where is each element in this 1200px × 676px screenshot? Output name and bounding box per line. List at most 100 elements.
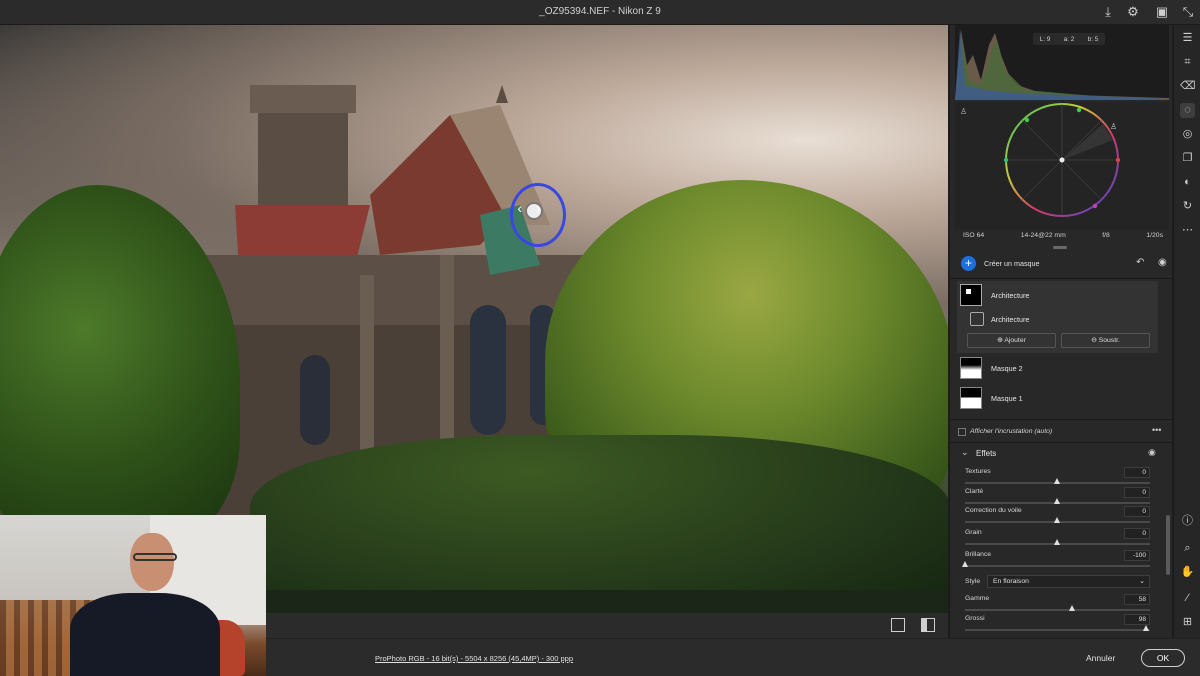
reset-icon[interactable]: ↶	[1136, 257, 1144, 268]
color-wheel-area[interactable]: ♙ ♙	[955, 102, 1169, 229]
sync-icon[interactable]: ↻	[1180, 199, 1195, 214]
add-label: Ajouter	[1004, 337, 1026, 344]
more-options-icon[interactable]: •••	[1152, 425, 1161, 435]
slider-value-input[interactable]: 58	[1124, 594, 1150, 605]
subtract-button[interactable]: ⊖ Soustr.	[1061, 333, 1150, 348]
subtract-label: Soustr.	[1098, 337, 1120, 344]
slider-knob[interactable]	[1142, 625, 1149, 631]
overlay-toggle-row[interactable]: Afficher l'incrustation (auto) •••	[950, 424, 1173, 440]
red-eye-icon[interactable]: ◎	[1180, 127, 1195, 142]
mask-row[interactable]: Masque 2	[957, 354, 1158, 384]
slider-knob[interactable]	[1054, 539, 1060, 545]
add-button[interactable]: ⊕ Ajouter	[967, 333, 1056, 348]
slider-value-input[interactable]: 0	[1124, 487, 1150, 498]
crop-icon[interactable]: ⌗	[1180, 55, 1195, 70]
view-mode-icon[interactable]	[891, 618, 905, 632]
slider-value-input[interactable]: -100	[1124, 550, 1150, 561]
save-icon[interactable]: ⤓	[1100, 4, 1116, 20]
style-label: Style	[965, 578, 981, 585]
exif-aperture: f/8	[1102, 232, 1110, 239]
slider-knob[interactable]	[1054, 517, 1060, 523]
slider-label: Grossi	[965, 615, 985, 622]
cancel-button[interactable]: Annuler	[1086, 653, 1115, 663]
slider-knob[interactable]	[1068, 605, 1075, 611]
color-sampler-icon[interactable]: ⁄	[1180, 591, 1195, 606]
mask-row[interactable]: Masque 1	[957, 384, 1158, 414]
effects-section-header[interactable]: ⌄ Effets ◉	[950, 444, 1173, 462]
divider	[950, 278, 1173, 279]
slider-label: Grain	[965, 529, 982, 536]
slider-value-input[interactable]: 0	[1124, 467, 1150, 478]
exif-iso: ISO 64	[963, 232, 985, 239]
panel-scrollbar[interactable]	[1166, 515, 1170, 575]
submask-name[interactable]: Architecture	[991, 315, 1029, 324]
overlay-checkbox[interactable]	[958, 428, 966, 436]
slider-label: Textures	[965, 468, 991, 475]
webcam-overlay	[0, 515, 266, 676]
slider-label: Gamme	[965, 595, 990, 602]
mask-brush-cursor[interactable]: ‹›	[510, 183, 566, 247]
lab-l: L: 9	[1039, 35, 1051, 43]
user-point-icon: ♙	[1110, 122, 1118, 131]
exif-lens: 14-24@22 mm	[1020, 232, 1066, 239]
workflow-options-link[interactable]: ProPhoto RGB - 16 bit(s) - 5504 x 8256 (…	[375, 654, 573, 663]
slider-label: Brillance	[965, 551, 992, 558]
slider-value-input[interactable]: 0	[1124, 506, 1150, 517]
right-panel: L: 9 a: 2 b: 5 ♙ ♙ ISO 64 14-24@22 mm f/…	[949, 25, 1173, 638]
hand-icon[interactable]: ✋	[1180, 565, 1195, 580]
gear-icon[interactable]: ⚙	[1125, 4, 1141, 20]
mask-thumbnail[interactable]	[960, 357, 982, 379]
mask-thumbnail[interactable]	[960, 387, 982, 409]
masking-icon[interactable]: ◌	[1180, 103, 1195, 118]
slider-grain[interactable]: Grain 0	[965, 528, 1150, 551]
effects-eye-icon[interactable]: ◉	[1148, 447, 1156, 458]
slider-brillance[interactable]: Brillance -100	[961, 550, 1150, 573]
mask-name[interactable]: Masque 2	[991, 364, 1023, 373]
add-mask-icon[interactable]: +	[961, 256, 976, 271]
slider-label: Correction du voile	[965, 507, 1022, 514]
color-wheel[interactable]	[955, 102, 1169, 229]
divider	[950, 442, 1173, 443]
exif-bar: ISO 64 14-24@22 mm f/8 1/20s	[955, 228, 1169, 244]
compare-icon[interactable]	[921, 618, 935, 632]
more-icon[interactable]: ⋯	[1180, 223, 1195, 238]
lab-readout: L: 9 a: 2 b: 5	[1033, 33, 1105, 45]
slider-gamme[interactable]: Gamme 58	[965, 594, 1150, 617]
slider-correction-du-voile[interactable]: Correction du voile 0	[965, 506, 1150, 529]
chevron-down-icon[interactable]: ⌄	[961, 447, 969, 458]
webcam-person-head	[130, 533, 174, 591]
style-row: Style En floraison ⌄	[965, 575, 1150, 589]
info-icon[interactable]: ⓘ	[1180, 514, 1195, 529]
collapse-icon[interactable]: ⤡	[1180, 4, 1196, 20]
move-arrows-icon: ‹›	[517, 200, 555, 216]
slider-knob[interactable]	[1054, 478, 1060, 484]
person-icon[interactable]: ♙	[960, 107, 967, 116]
zoom-icon[interactable]: ⌕	[1180, 541, 1195, 556]
healing-icon[interactable]: ⌫	[1180, 79, 1196, 94]
edit-sliders-icon[interactable]: ☰	[1180, 31, 1195, 46]
slider-track[interactable]	[965, 565, 1150, 567]
slider-textures[interactable]: Textures 0	[965, 467, 1150, 490]
snapshots-icon[interactable]: ❐	[1180, 151, 1195, 166]
mask-name[interactable]: Architecture	[991, 291, 1029, 300]
mask-name[interactable]: Masque 1	[991, 394, 1023, 403]
presets-icon[interactable]: ◐	[1180, 175, 1195, 190]
create-mask-label[interactable]: Créer un masque	[984, 259, 1040, 268]
slider-track[interactable]	[965, 609, 1150, 611]
style-select[interactable]: En floraison ⌄	[987, 575, 1150, 588]
subtract-icon: ⊖	[1091, 337, 1099, 344]
slider-knob[interactable]	[1054, 498, 1060, 504]
slider-track[interactable]	[965, 629, 1150, 631]
object-mask-icon	[970, 312, 984, 326]
grid-icon[interactable]: ⊞	[1180, 615, 1195, 630]
status-bar: ProPhoto RGB - 16 bit(s) - 5504 x 8256 (…	[266, 638, 1200, 676]
slider-grossi[interactable]: Grossi 98	[965, 614, 1150, 637]
fullscreen-icon[interactable]: ▣	[1154, 4, 1170, 20]
slider-value-input[interactable]: 98	[1124, 614, 1150, 625]
panel-drag-handle[interactable]	[1053, 246, 1067, 249]
mask-thumbnail[interactable]	[960, 284, 982, 306]
slider-knob[interactable]	[961, 561, 968, 567]
ok-button[interactable]: OK	[1141, 649, 1185, 667]
visibility-eye-icon[interactable]: ◉	[1158, 257, 1167, 268]
slider-value-input[interactable]: 0	[1124, 528, 1150, 539]
